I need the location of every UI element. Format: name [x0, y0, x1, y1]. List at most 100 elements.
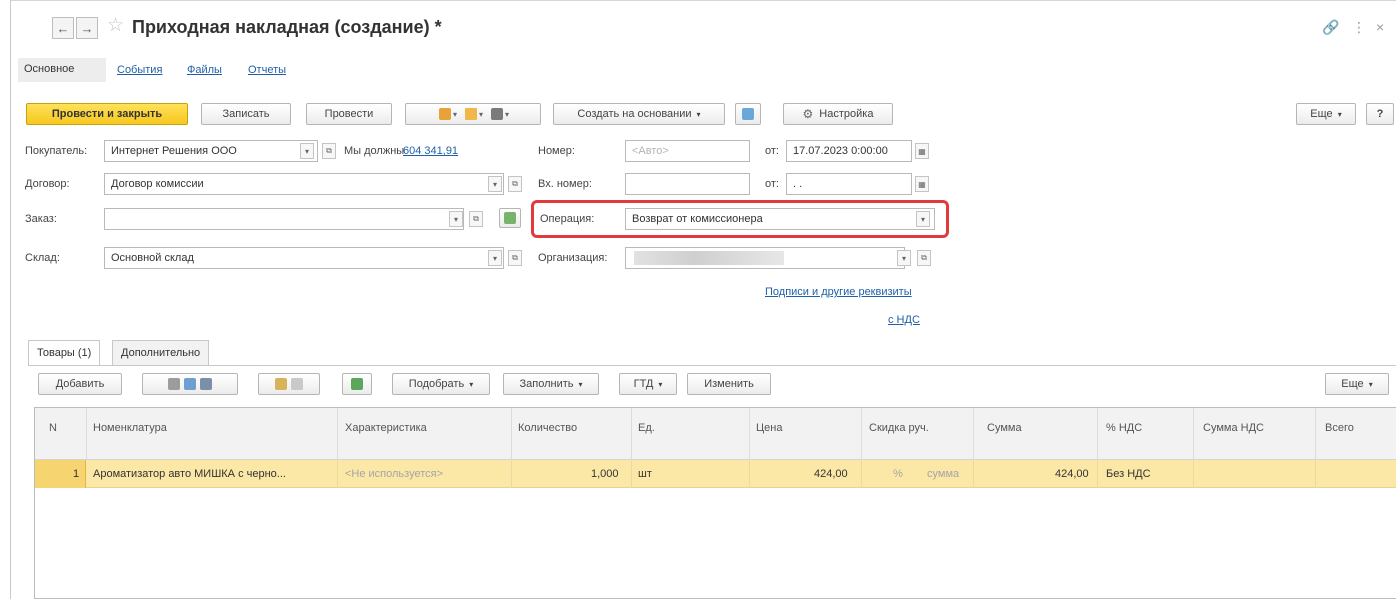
- add-row-button[interactable]: Добавить: [38, 373, 122, 395]
- section-tab-main[interactable]: Основное: [18, 58, 106, 82]
- organization-field[interactable]: [625, 247, 905, 269]
- link-icon[interactable]: 🔗: [1322, 19, 1339, 36]
- column-header[interactable]: Скидка руч.: [869, 422, 929, 434]
- more-button[interactable]: Еще ▾: [1296, 103, 1356, 125]
- favorite-star-icon[interactable]: ☆: [107, 14, 124, 37]
- operation-field[interactable]: Возврат от комиссионера: [625, 208, 935, 230]
- more-menu-icon[interactable]: ⋮: [1352, 19, 1366, 36]
- column-header[interactable]: Сумма: [987, 422, 1022, 434]
- calendar-icon[interactable]: ▦: [915, 143, 929, 159]
- pick-button[interactable]: Подобрать ▾: [392, 373, 490, 395]
- create-order-button[interactable]: [499, 208, 521, 228]
- organization-open-icon[interactable]: ⧉: [917, 250, 931, 266]
- barcode-tools-group[interactable]: [142, 373, 238, 395]
- organization-dropdown-icon[interactable]: ▾: [897, 250, 911, 266]
- redacted-value: [634, 251, 784, 265]
- print-actions-group[interactable]: ▾ ▾ ▾: [405, 103, 541, 125]
- more-label: Еще: [1310, 108, 1333, 120]
- column-header[interactable]: Количество: [518, 422, 577, 434]
- fill-button[interactable]: Заполнить ▾: [503, 373, 599, 395]
- date-field[interactable]: 17.07.2023 0:00:00: [786, 140, 912, 162]
- buyer-open-icon[interactable]: ⧉: [322, 143, 336, 159]
- window-title: Приходная накладная (создание) *: [132, 17, 442, 37]
- section-link-reports[interactable]: Отчеты: [248, 64, 286, 76]
- warehouse-dropdown-icon[interactable]: ▾: [488, 250, 502, 266]
- vat-rate-cell[interactable]: Без НДС: [1106, 468, 1151, 480]
- price-cell[interactable]: 424,00: [814, 468, 848, 480]
- window-top-border: [10, 0, 1396, 1]
- column-header[interactable]: Характеристика: [345, 422, 427, 434]
- table-row[interactable]: 1 Ароматизатор авто МИШКА с черно... <Не…: [35, 460, 1396, 488]
- move-icon: [200, 378, 212, 390]
- number-field[interactable]: <Авто>: [625, 140, 750, 162]
- post-and-close-button[interactable]: Провести и закрыть: [26, 103, 188, 125]
- tab-additional[interactable]: Дополнительно: [112, 340, 210, 366]
- table-more-button[interactable]: Еще ▾: [1325, 373, 1389, 395]
- section-link-files[interactable]: Файлы: [187, 64, 222, 76]
- back-button[interactable]: ←: [52, 17, 74, 39]
- cell-divider: [511, 460, 512, 488]
- contract-open-icon[interactable]: ⧉: [508, 176, 522, 192]
- change-button[interactable]: Изменить: [687, 373, 771, 395]
- signatures-link[interactable]: Подписи и другие реквизиты: [765, 286, 912, 298]
- item-cell[interactable]: Ароматизатор авто МИШКА с черно...: [93, 468, 286, 480]
- gear-icon: ⚙: [802, 107, 814, 121]
- column-header[interactable]: N: [49, 422, 57, 434]
- contract-dropdown-icon[interactable]: ▾: [488, 176, 502, 192]
- print-icon: [491, 108, 503, 120]
- calendar-icon[interactable]: ▦: [915, 176, 929, 192]
- contract-field[interactable]: Договор комиссии: [104, 173, 504, 195]
- column-header[interactable]: Сумма НДС: [1203, 422, 1264, 434]
- goods-table[interactable]: N Номенклатура Характеристика Количество…: [34, 407, 1396, 599]
- edit-icon: [184, 378, 196, 390]
- structure-button[interactable]: [735, 103, 761, 125]
- barcode-icon: [168, 378, 180, 390]
- buyer-field[interactable]: Интернет Решения ООО: [104, 140, 318, 162]
- column-divider: [749, 408, 750, 460]
- order-open-icon[interactable]: ⧉: [469, 211, 483, 227]
- create-based-on-button[interactable]: Создать на основании ▾: [553, 103, 725, 125]
- warehouse-open-icon[interactable]: ⧉: [508, 250, 522, 266]
- chevron-down-icon: ▾: [696, 109, 701, 119]
- save-button[interactable]: Записать: [201, 103, 291, 125]
- column-header[interactable]: Цена: [756, 422, 782, 434]
- discount-percent-cell[interactable]: %: [893, 468, 903, 480]
- discount-sum-cell[interactable]: сумма: [927, 468, 959, 480]
- warehouse-field[interactable]: Основной склад: [104, 247, 504, 269]
- chevron-down-icon: ▾: [578, 379, 583, 389]
- contract-label: Договор:: [25, 178, 70, 190]
- copy-tools-group[interactable]: [258, 373, 320, 395]
- vat-link[interactable]: с НДС: [888, 314, 920, 326]
- column-header[interactable]: % НДС: [1106, 422, 1142, 434]
- incoming-date-field[interactable]: . .: [786, 173, 912, 195]
- documents-icon: [438, 108, 451, 120]
- tab-goods[interactable]: Товары (1): [28, 340, 101, 366]
- incoming-number-field[interactable]: [625, 173, 750, 195]
- buyer-label: Покупатель:: [25, 145, 88, 157]
- unit-cell[interactable]: шт: [638, 468, 652, 480]
- settings-button[interactable]: ⚙ Настройка: [783, 103, 893, 125]
- order-field[interactable]: [104, 208, 464, 230]
- characteristic-cell[interactable]: <Не используется>: [345, 468, 443, 480]
- chevron-down-icon: ▾: [469, 379, 474, 389]
- order-dropdown-icon[interactable]: ▾: [449, 211, 463, 227]
- help-button[interactable]: ?: [1366, 103, 1394, 125]
- forward-button[interactable]: →: [76, 17, 98, 39]
- gtd-button[interactable]: ГТД ▾: [619, 373, 677, 395]
- column-header[interactable]: Ед.: [638, 422, 655, 434]
- column-header[interactable]: Номенклатура: [93, 422, 167, 434]
- section-link-events[interactable]: События: [117, 64, 162, 76]
- buyer-dropdown-icon[interactable]: ▾: [300, 143, 314, 159]
- incoming-number-label: Вх. номер:: [538, 178, 592, 190]
- post-button[interactable]: Провести: [306, 103, 392, 125]
- debt-amount-link[interactable]: 604 341,91: [403, 145, 458, 157]
- operation-dropdown-icon[interactable]: ▾: [916, 211, 930, 227]
- column-divider: [973, 408, 974, 460]
- close-icon[interactable]: ×: [1376, 19, 1384, 35]
- quantity-cell[interactable]: 1,000: [591, 468, 619, 480]
- cell-divider: [973, 460, 974, 488]
- debt-text: Мы должны: [344, 145, 405, 157]
- column-header[interactable]: Всего: [1325, 422, 1354, 434]
- sum-cell[interactable]: 424,00: [1055, 468, 1089, 480]
- excel-button[interactable]: [342, 373, 372, 395]
